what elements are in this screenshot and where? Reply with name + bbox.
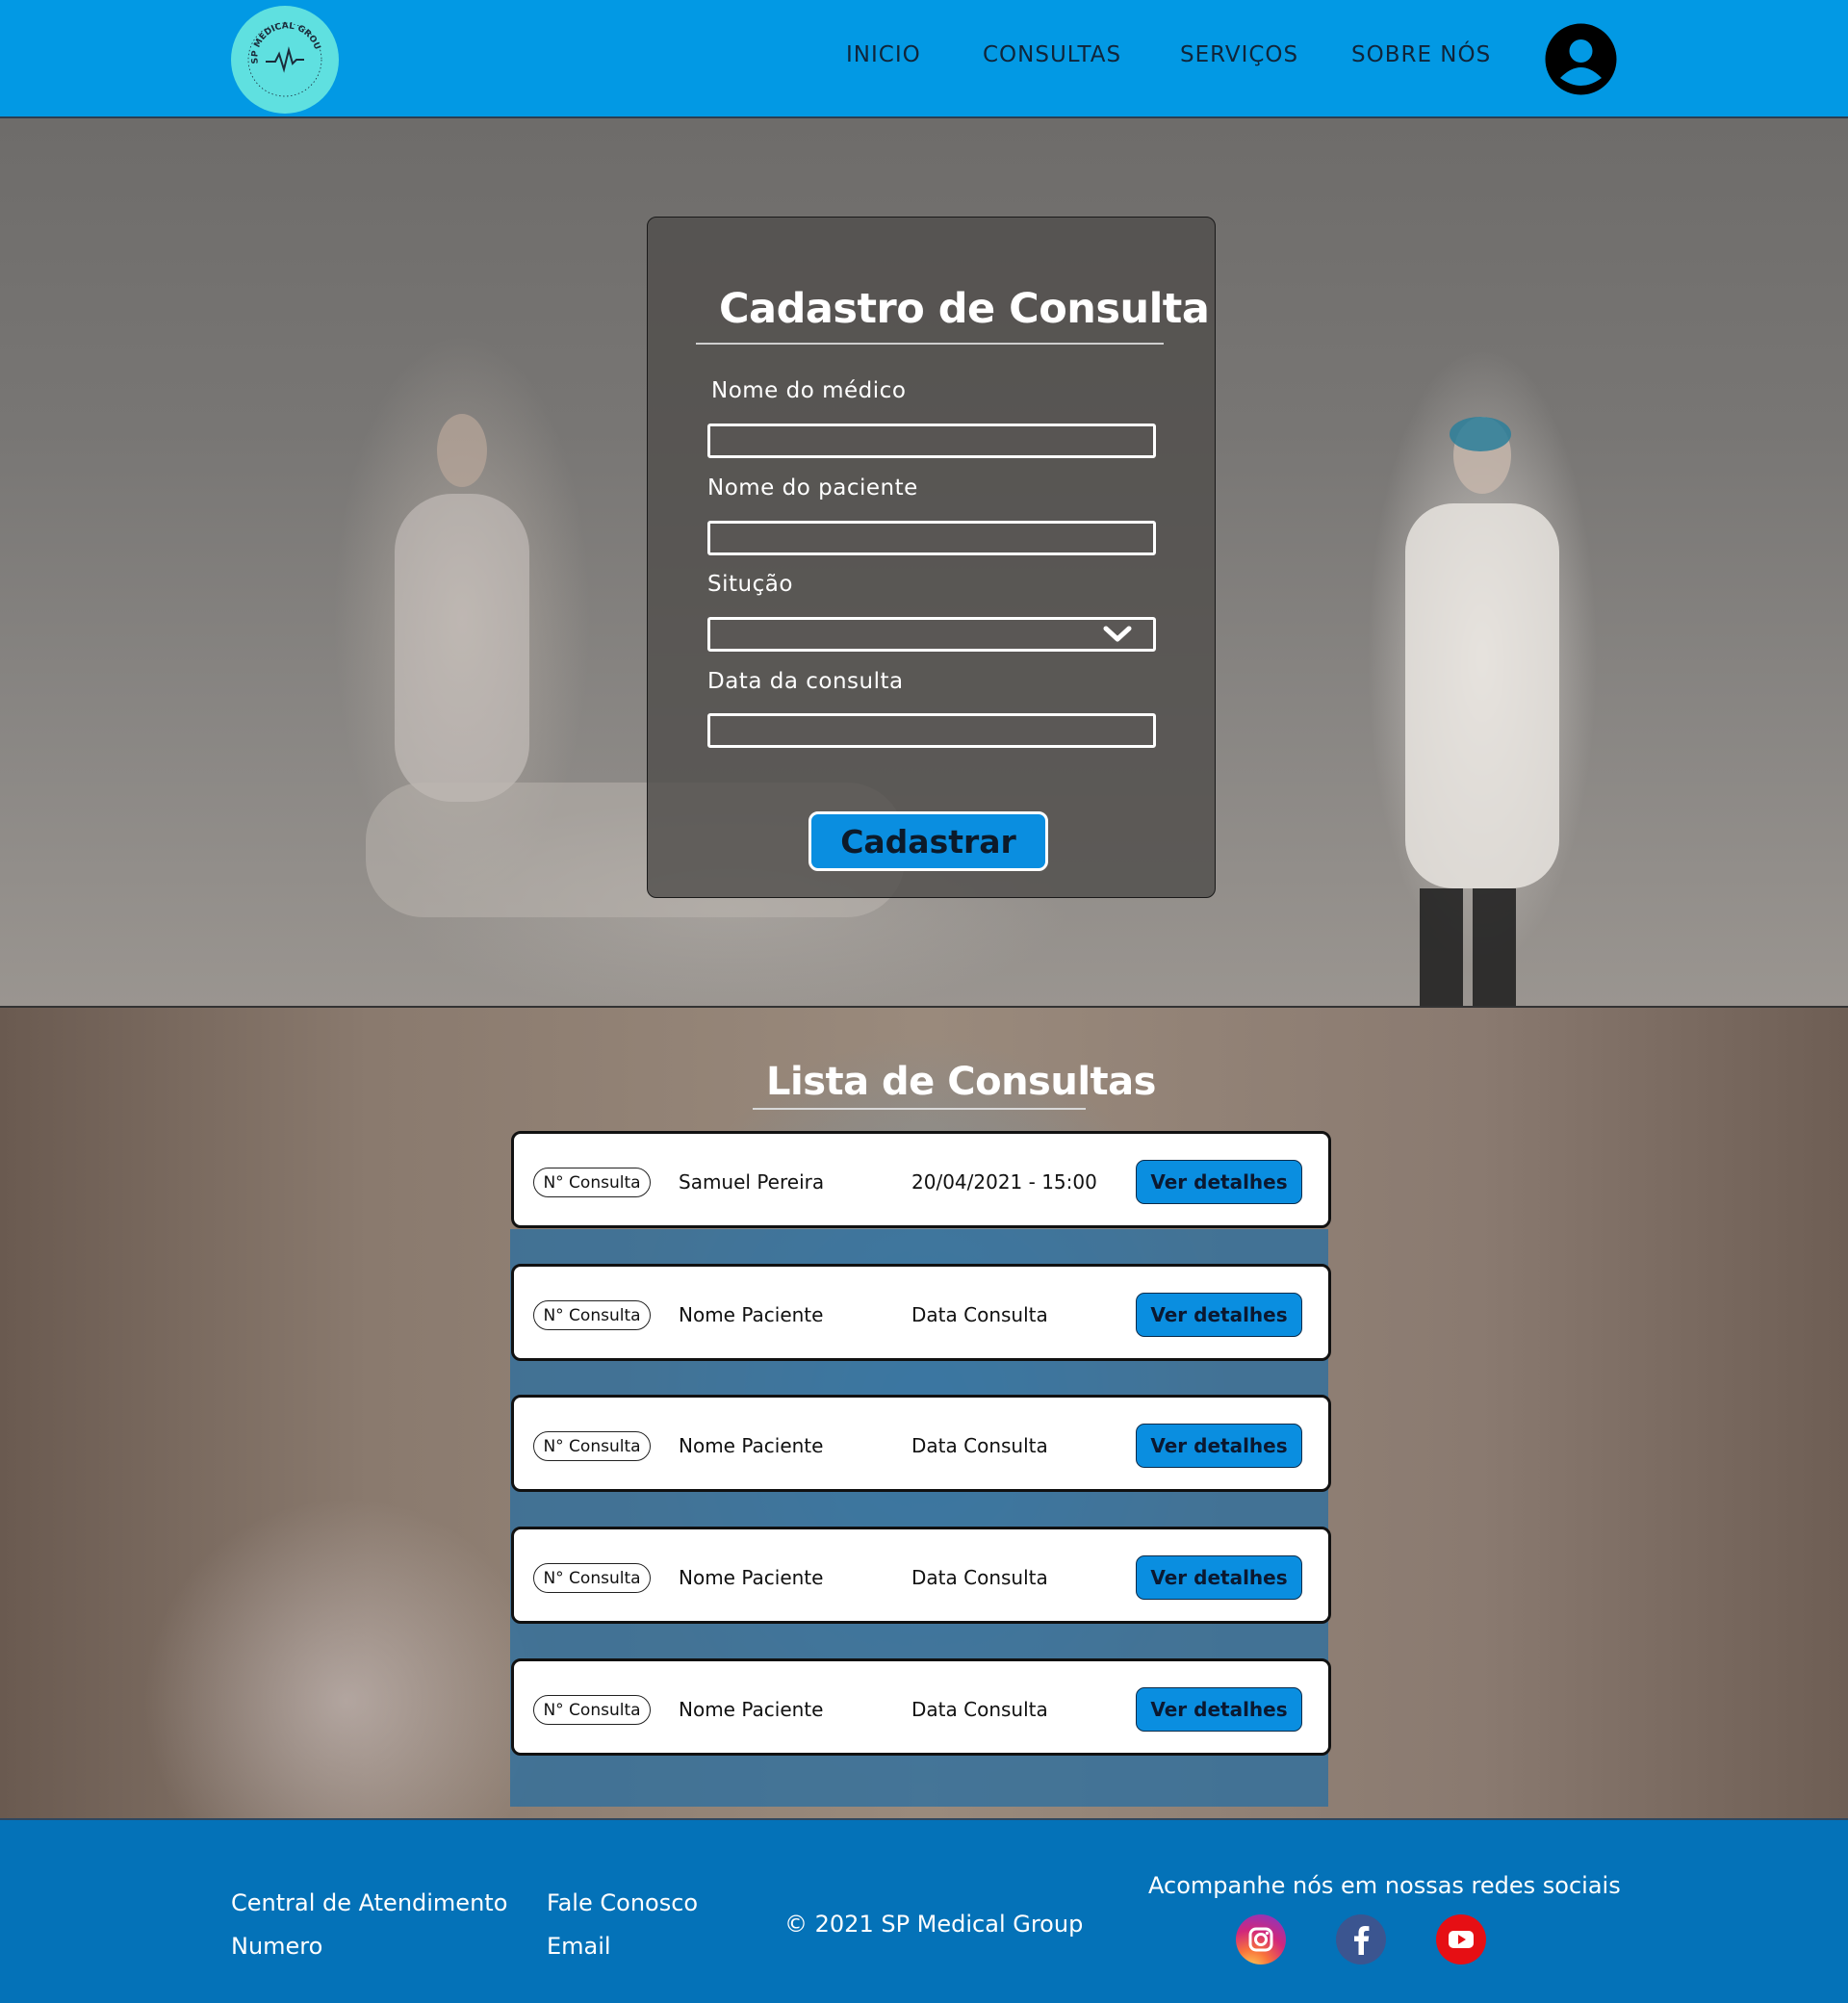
facebook-icon[interactable]: [1336, 1914, 1386, 1964]
patient-name: Nome Paciente: [679, 1698, 824, 1721]
status-select[interactable]: [707, 617, 1156, 652]
appointment-date-input[interactable]: [707, 713, 1156, 748]
view-details-button[interactable]: Ver detalhes: [1136, 1160, 1302, 1204]
svg-text:SP MEDICAL GROUP: SP MEDICAL GROUP: [231, 6, 321, 64]
patient-name-label: Nome do paciente: [707, 475, 918, 501]
form-title: Cadastro de Consulta: [719, 285, 1210, 333]
patient-name-input[interactable]: [707, 521, 1156, 555]
sp-medical-group-logo[interactable]: SP MEDICAL GROUP: [228, 0, 339, 114]
patient-name: Samuel Pereira: [679, 1170, 825, 1194]
customer-service-link[interactable]: Central de Atendimento: [231, 1889, 507, 1916]
appointment-number-badge: N° Consulta: [533, 1168, 651, 1197]
nav-sobre-nos[interactable]: SOBRE NÓS: [1351, 42, 1491, 67]
register-button[interactable]: Cadastrar: [808, 811, 1048, 871]
appointment-form-card: Cadastro de Consulta Nome do médico Nome…: [647, 217, 1216, 898]
nav-consultas[interactable]: CONSULTAS: [983, 42, 1121, 67]
appointment-row: N° Consulta Nome Paciente Data Consulta …: [511, 1395, 1331, 1492]
doctor-name-label: Nome do médico: [711, 378, 907, 403]
chevron-down-icon: [1103, 626, 1132, 642]
site-footer: Central de Atendimento Numero Fale Conos…: [0, 1818, 1848, 2003]
appointment-date: Data Consulta: [911, 1566, 1048, 1589]
appointment-date: Data Consulta: [911, 1303, 1048, 1326]
social-heading: Acompanhe nós em nossas redes sociais: [1148, 1872, 1621, 1899]
appointment-row: N° Consulta Nome Paciente Data Consulta …: [511, 1527, 1331, 1624]
appointment-row: N° Consulta Nome Paciente Data Consulta …: [511, 1658, 1331, 1756]
appointment-row: N° Consulta Samuel Pereira 20/04/2021 - …: [511, 1131, 1331, 1228]
user-account-icon[interactable]: [1544, 22, 1618, 96]
copyright-text: © 2021 SP Medical Group: [784, 1911, 1084, 1938]
nav-inicio[interactable]: INICIO: [846, 42, 921, 67]
view-details-button[interactable]: Ver detalhes: [1136, 1687, 1302, 1732]
heartbeat-logo-icon: SP MEDICAL GROUP: [228, 0, 322, 97]
appointment-date: Data Consulta: [911, 1434, 1048, 1457]
appointments-list-section: Lista de Consultas N° Consulta Samuel Pe…: [0, 1008, 1848, 1818]
appointment-number-badge: N° Consulta: [533, 1300, 651, 1330]
phone-number-text: Numero: [231, 1933, 323, 1960]
doctor-name-input[interactable]: [707, 424, 1156, 458]
appointment-number-badge: N° Consulta: [533, 1431, 651, 1461]
patient-name: Nome Paciente: [679, 1303, 824, 1326]
appointment-number-badge: N° Consulta: [533, 1695, 651, 1725]
appointment-row: N° Consulta Nome Paciente Data Consulta …: [511, 1264, 1331, 1361]
appointment-date: Data Consulta: [911, 1698, 1048, 1721]
site-header: SP MEDICAL GROUP INICIO CONSULTAS SERVIÇ…: [0, 0, 1848, 118]
list-title-divider: [753, 1108, 1086, 1110]
patient-name: Nome Paciente: [679, 1566, 824, 1589]
view-details-button[interactable]: Ver detalhes: [1136, 1424, 1302, 1468]
email-text: Email: [547, 1933, 611, 1960]
appointment-number-badge: N° Consulta: [533, 1563, 651, 1593]
appointment-date: 20/04/2021 - 15:00: [911, 1170, 1097, 1194]
list-title: Lista de Consultas: [766, 1060, 1156, 1104]
patient-name: Nome Paciente: [679, 1434, 824, 1457]
instagram-icon[interactable]: [1236, 1914, 1286, 1964]
youtube-icon[interactable]: [1436, 1914, 1486, 1964]
appointment-date-label: Data da consulta: [707, 669, 904, 694]
contact-us-link[interactable]: Fale Conosco: [547, 1889, 698, 1916]
view-details-button[interactable]: Ver detalhes: [1136, 1293, 1302, 1337]
status-label: Situção: [707, 572, 793, 597]
nav-servicos[interactable]: SERVIÇOS: [1180, 42, 1298, 67]
title-divider: [696, 343, 1164, 345]
view-details-button[interactable]: Ver detalhes: [1136, 1555, 1302, 1600]
hero-section: Cadastro de Consulta Nome do médico Nome…: [0, 118, 1848, 1008]
